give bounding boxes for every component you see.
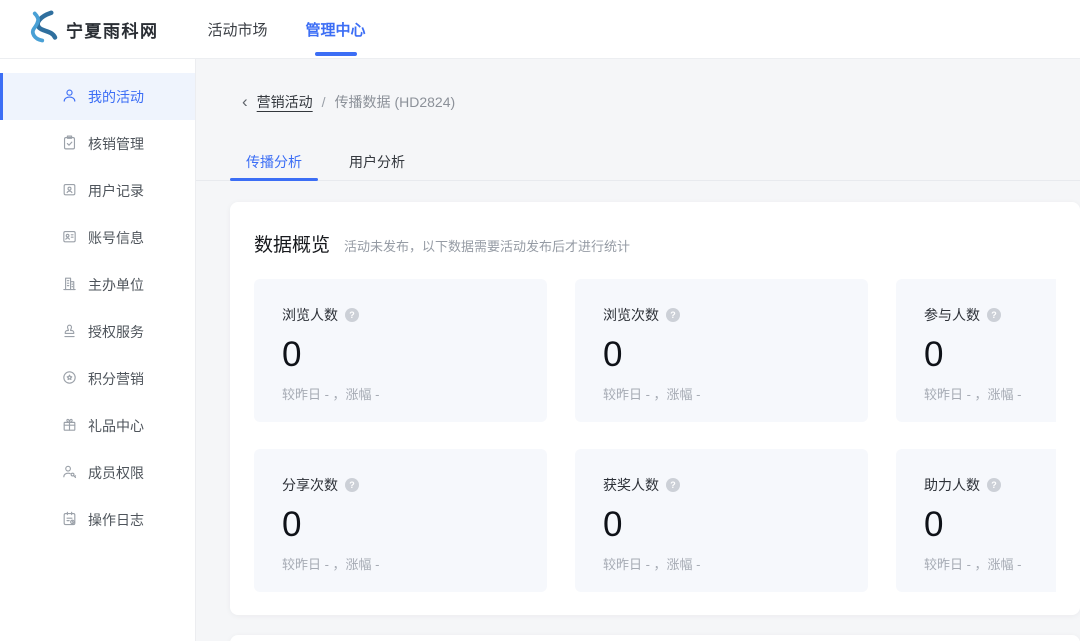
- stat-value: 0: [603, 335, 623, 374]
- breadcrumb-separator: /: [321, 94, 326, 110]
- gift-icon: [61, 416, 78, 436]
- stats-row-1: 浏览人数 ? 0 较昨日 - ，涨幅 - 浏览次数 ? 0 较昨日 - ，涨幅 …: [254, 279, 1056, 422]
- breadcrumb: ‹ 营销活动 / 传播数据 (HD2824): [196, 59, 1080, 112]
- sidebar: 我的活动 核销管理 用户记录 账号信息 主办单位 授权服务 积分营销 礼品中心: [0, 59, 196, 641]
- breadcrumb-current: 传播数据 (HD2824): [334, 94, 456, 110]
- stat-label: 助力人数 ?: [924, 475, 1056, 495]
- stat-compare: 较昨日 - ，涨幅 -: [603, 387, 701, 402]
- sidebar-item-member-permissions[interactable]: 成员权限: [0, 449, 195, 496]
- stat-label-text: 分享次数: [282, 477, 338, 493]
- stat-value: 0: [924, 505, 944, 544]
- stat-label-text: 浏览人数: [282, 307, 338, 323]
- medal-icon: [61, 369, 78, 389]
- account-card-icon: [61, 228, 78, 248]
- brand-logo-icon: [28, 10, 58, 49]
- stat-compare: 较昨日 - ，涨幅 -: [282, 387, 380, 402]
- sidebar-item-label: 授权服务: [88, 323, 144, 340]
- sidebar-item-label: 用户记录: [88, 182, 144, 199]
- stat-value: 0: [282, 505, 302, 544]
- breadcrumb-link-marketing[interactable]: 营销活动: [257, 92, 313, 112]
- stat-label-text: 获奖人数: [603, 477, 659, 493]
- stat-label-text: 助力人数: [924, 477, 980, 493]
- stat-label-text: 浏览次数: [603, 307, 659, 323]
- user-icon: [61, 87, 78, 107]
- sidebar-item-label: 礼品中心: [88, 417, 144, 434]
- id-badge-icon: [61, 181, 78, 201]
- brand[interactable]: 宁夏雨科网: [28, 10, 159, 49]
- main-content: ‹ 营销活动 / 传播数据 (HD2824) 传播分析 用户分析 数据概览 活动…: [196, 59, 1080, 641]
- stat-compare: 较昨日 - ，涨幅 -: [282, 557, 380, 572]
- top-nav: 活动市场 管理中心: [189, 0, 385, 58]
- stat-card-share-count: 分享次数 ? 0 较昨日 - ，涨幅 -: [254, 449, 547, 592]
- question-icon[interactable]: ?: [345, 308, 359, 322]
- log-icon: [61, 510, 78, 530]
- question-icon[interactable]: ?: [987, 308, 1001, 322]
- stat-card-view-count: 浏览次数 ? 0 较昨日 - ，涨幅 -: [575, 279, 868, 422]
- stat-card-winners: 获奖人数 ? 0 较昨日 - ，涨幅 -: [575, 449, 868, 592]
- back-chevron-icon[interactable]: ‹: [242, 93, 248, 110]
- sidebar-item-label: 我的活动: [88, 88, 144, 105]
- sidebar-item-label: 主办单位: [88, 276, 144, 293]
- sidebar-item-gift-center[interactable]: 礼品中心: [0, 402, 195, 449]
- sidebar-item-account-info[interactable]: 账号信息: [0, 214, 195, 261]
- sidebar-item-label: 成员权限: [88, 464, 144, 481]
- card-note: 活动未发布，以下数据需要活动发布后才进行统计: [344, 239, 631, 254]
- sidebar-item-organizer[interactable]: 主办单位: [0, 261, 195, 308]
- stat-card-boosters: 助力人数 ? 0 较昨日 - ，涨幅 -: [896, 449, 1056, 592]
- stat-value: 0: [603, 505, 623, 544]
- next-card-partial: [230, 635, 1080, 641]
- card-title: 数据概览: [254, 235, 331, 256]
- question-icon[interactable]: ?: [666, 478, 680, 492]
- sidebar-item-operation-log[interactable]: 操作日志: [0, 496, 195, 543]
- card-header: 数据概览 活动未发布，以下数据需要活动发布后才进行统计: [254, 230, 1056, 257]
- nav-item-admin-center[interactable]: 管理中心: [287, 0, 385, 58]
- building-icon: [61, 275, 78, 295]
- stat-card-view-users: 浏览人数 ? 0 较昨日 - ，涨幅 -: [254, 279, 547, 422]
- question-icon[interactable]: ?: [987, 478, 1001, 492]
- stamp-icon: [61, 322, 78, 342]
- question-icon[interactable]: ?: [345, 478, 359, 492]
- stat-value: 0: [924, 335, 944, 374]
- data-overview-card: 数据概览 活动未发布，以下数据需要活动发布后才进行统计 浏览人数 ? 0 较昨日…: [230, 202, 1080, 615]
- stat-compare: 较昨日 - ，涨幅 -: [924, 387, 1022, 402]
- stat-compare: 较昨日 - ，涨幅 -: [924, 557, 1022, 572]
- stat-label: 浏览次数 ?: [603, 305, 868, 325]
- sidebar-item-my-activities[interactable]: 我的活动: [0, 73, 195, 120]
- brand-name: 宁夏雨科网: [66, 21, 159, 41]
- analysis-tabs: 传播分析 用户分析: [196, 152, 1080, 181]
- tab-user-analysis[interactable]: 用户分析: [333, 152, 421, 180]
- sidebar-item-label: 核销管理: [88, 135, 144, 152]
- stats-row-2: 分享次数 ? 0 较昨日 - ，涨幅 - 获奖人数 ? 0 较昨日 - ，涨幅 …: [254, 449, 1056, 592]
- top-header: 宁夏雨科网 活动市场 管理中心: [0, 0, 1080, 59]
- user-key-icon: [61, 463, 78, 483]
- sidebar-item-label: 账号信息: [88, 229, 144, 246]
- question-icon[interactable]: ?: [666, 308, 680, 322]
- stat-card-participants: 参与人数 ? 0 较昨日 - ，涨幅 -: [896, 279, 1056, 422]
- sidebar-item-verification[interactable]: 核销管理: [0, 120, 195, 167]
- stat-value: 0: [282, 335, 302, 374]
- stat-label: 获奖人数 ?: [603, 475, 868, 495]
- clipboard-check-icon: [61, 134, 78, 154]
- stat-label: 参与人数 ?: [924, 305, 1056, 325]
- stat-label: 浏览人数 ?: [282, 305, 547, 325]
- nav-item-activity-market[interactable]: 活动市场: [189, 0, 287, 58]
- tab-spread-analysis[interactable]: 传播分析: [230, 152, 318, 181]
- stat-compare: 较昨日 - ，涨幅 -: [603, 557, 701, 572]
- sidebar-item-points-marketing[interactable]: 积分营销: [0, 355, 195, 402]
- sidebar-item-authorization[interactable]: 授权服务: [0, 308, 195, 355]
- sidebar-item-user-records[interactable]: 用户记录: [0, 167, 195, 214]
- sidebar-item-label: 操作日志: [88, 511, 144, 528]
- stat-label: 分享次数 ?: [282, 475, 547, 495]
- stat-label-text: 参与人数: [924, 307, 980, 323]
- sidebar-item-label: 积分营销: [88, 370, 144, 387]
